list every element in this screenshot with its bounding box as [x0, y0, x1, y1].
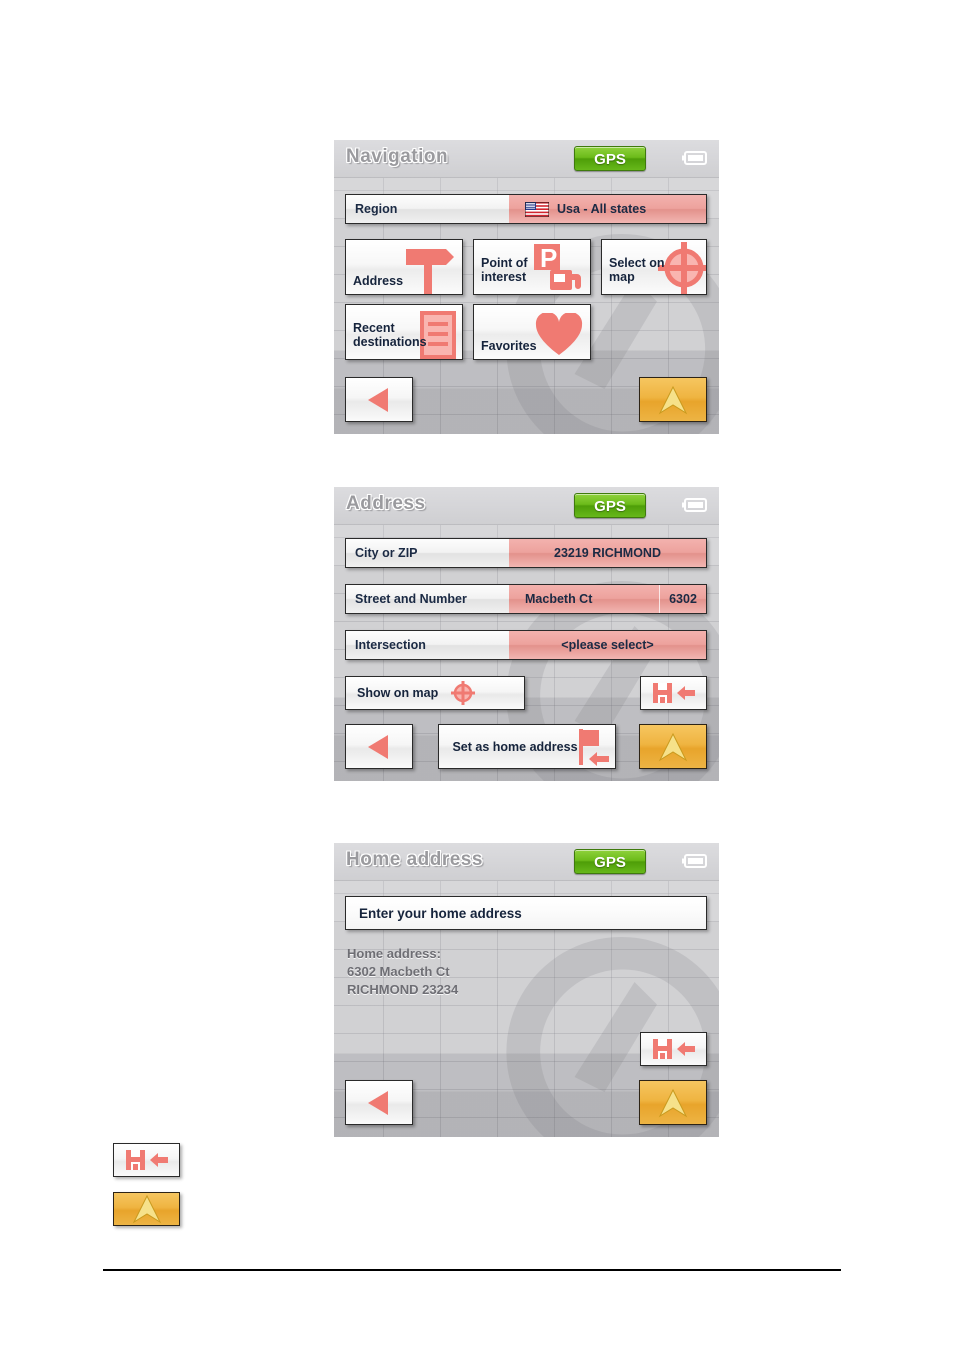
back-arrow-icon [368, 387, 388, 412]
region-value[interactable]: Usa - All states [509, 195, 706, 223]
back-arrow-icon [368, 1090, 388, 1115]
tile-select-on-map[interactable]: Select on map [601, 239, 707, 295]
page-title: Navigation [346, 146, 449, 167]
tile-address-label: Address [353, 274, 404, 288]
legend-navigate-button[interactable] [113, 1192, 180, 1226]
tile-recent-destinations-label: Recent destinations [353, 321, 427, 349]
tile-select-on-map-label: Select on map [609, 256, 665, 284]
navigate-arrow-icon [658, 732, 688, 761]
navigate-arrow-icon [658, 385, 688, 414]
city-or-zip-value[interactable]: 23219 RICHMOND [509, 539, 706, 567]
tile-favorites[interactable]: Favorites [473, 304, 591, 360]
navigate-button[interactable] [639, 724, 707, 769]
navigate-button[interactable] [639, 1080, 707, 1125]
save-floppy-arrow-icon [652, 1039, 695, 1059]
panel-navigation: Navigation GPS Region Usa - All states A… [334, 140, 719, 434]
city-or-zip-label: City or ZIP [346, 539, 509, 567]
crosshair-icon [658, 242, 706, 294]
navigate-arrow-icon [658, 1088, 688, 1117]
back-button[interactable] [345, 724, 413, 769]
battery-icon [682, 854, 707, 868]
back-button[interactable] [345, 377, 413, 422]
save-address-button[interactable] [640, 676, 707, 710]
region-value-text: Usa - All states [557, 202, 647, 216]
tile-point-of-interest-label: Point of interest [481, 256, 528, 284]
tile-address[interactable]: Address [345, 239, 463, 295]
house-number-value[interactable]: 6302 [659, 585, 706, 613]
tile-recent-destinations[interactable]: Recent destinations [345, 304, 463, 360]
back-arrow-icon [368, 734, 388, 759]
svg-text:P: P [540, 243, 557, 273]
panel-home-address: Home address GPS Enter your home address… [334, 843, 719, 1137]
battery-icon [682, 498, 707, 512]
region-label: Region [346, 195, 509, 223]
panel-address: Address GPS City or ZIP 23219 RICHMOND S… [334, 487, 719, 781]
street-and-number-label: Street and Number [346, 585, 509, 613]
intersection-row[interactable]: Intersection <please select> [345, 630, 707, 660]
set-as-home-address-button[interactable]: Set as home address [438, 724, 616, 769]
save-floppy-arrow-icon [652, 683, 695, 703]
save-address-button[interactable] [640, 1032, 707, 1066]
street-and-number-row[interactable]: Street and Number Macbeth Ct 6302 [345, 584, 707, 614]
heart-icon [535, 313, 583, 355]
intersection-label: Intersection [346, 631, 509, 659]
region-row[interactable]: Region Usa - All states [345, 194, 707, 224]
save-floppy-arrow-icon [125, 1150, 168, 1170]
navigate-button[interactable] [639, 377, 707, 422]
gps-status-badge[interactable]: GPS [574, 493, 646, 518]
enter-home-address-prompt[interactable]: Enter your home address [345, 896, 707, 930]
intersection-value[interactable]: <please select> [509, 631, 706, 659]
signpost-icon [406, 249, 454, 294]
tile-point-of-interest[interactable]: P Point of interest [473, 239, 591, 295]
city-or-zip-row[interactable]: City or ZIP 23219 RICHMOND [345, 538, 707, 568]
crosshair-icon [451, 681, 476, 705]
legend-save-button[interactable] [113, 1143, 180, 1177]
set-as-home-address-label: Set as home address [452, 739, 578, 754]
show-on-map-button[interactable]: Show on map [345, 676, 525, 710]
gps-status-badge[interactable]: GPS [574, 849, 646, 874]
footer-divider [103, 1269, 841, 1271]
battery-icon [682, 151, 707, 165]
tile-favorites-label: Favorites [481, 339, 537, 353]
street-value[interactable]: Macbeth Ct [509, 585, 659, 613]
back-button[interactable] [345, 1080, 413, 1125]
navigate-arrow-icon [132, 1194, 161, 1224]
usa-flag-icon [525, 201, 549, 217]
page-title: Address [346, 493, 426, 514]
show-on-map-label: Show on map [357, 686, 439, 700]
gps-status-badge[interactable]: GPS [574, 146, 646, 171]
home-address-readout: Home address: 6302 Macbeth Ct RICHMOND 2… [347, 946, 459, 997]
page-title: Home address [346, 849, 483, 870]
parking-fuel-icon: P [534, 243, 581, 290]
